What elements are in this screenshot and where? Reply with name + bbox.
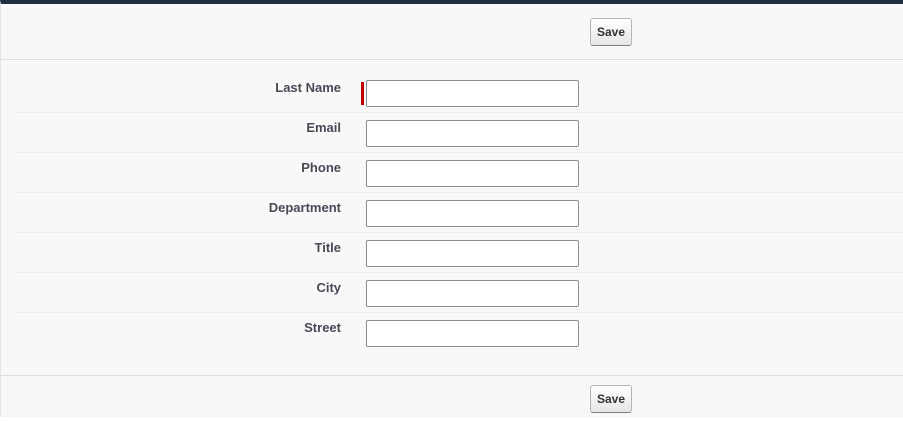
field-label-title: Title bbox=[314, 240, 342, 255]
email-input[interactable] bbox=[366, 120, 579, 147]
last-name-input[interactable] bbox=[366, 80, 579, 107]
required-marker bbox=[361, 82, 364, 105]
edit-form-panel: Save Last Name Email Phone Department Ti… bbox=[0, 0, 903, 417]
field-label-street: Street bbox=[304, 320, 341, 335]
field-label-last-name: Last Name bbox=[275, 80, 341, 95]
field-row-last-name: Last Name bbox=[17, 73, 903, 113]
department-input[interactable] bbox=[366, 200, 579, 227]
field-row-title: Title bbox=[17, 233, 903, 273]
field-label-phone: Phone bbox=[301, 160, 341, 175]
street-input[interactable] bbox=[366, 320, 579, 347]
save-button-top[interactable]: Save bbox=[590, 18, 633, 46]
field-label-department: Department bbox=[268, 200, 341, 215]
phone-input[interactable] bbox=[366, 160, 579, 187]
top-button-bar: Save bbox=[1, 4, 903, 60]
field-label-email: Email bbox=[306, 120, 341, 135]
field-row-email: Email bbox=[17, 113, 903, 153]
title-input[interactable] bbox=[366, 240, 579, 267]
field-row-department: Department bbox=[17, 193, 903, 233]
field-label-city: City bbox=[316, 280, 341, 295]
field-row-street: Street bbox=[17, 313, 903, 353]
save-button-bottom[interactable]: Save bbox=[590, 385, 633, 413]
bottom-button-bar: Save bbox=[1, 375, 903, 421]
field-row-city: City bbox=[17, 273, 903, 313]
field-row-phone: Phone bbox=[17, 153, 903, 193]
city-input[interactable] bbox=[366, 280, 579, 307]
form-fields: Last Name Email Phone Department Title C… bbox=[17, 73, 903, 353]
